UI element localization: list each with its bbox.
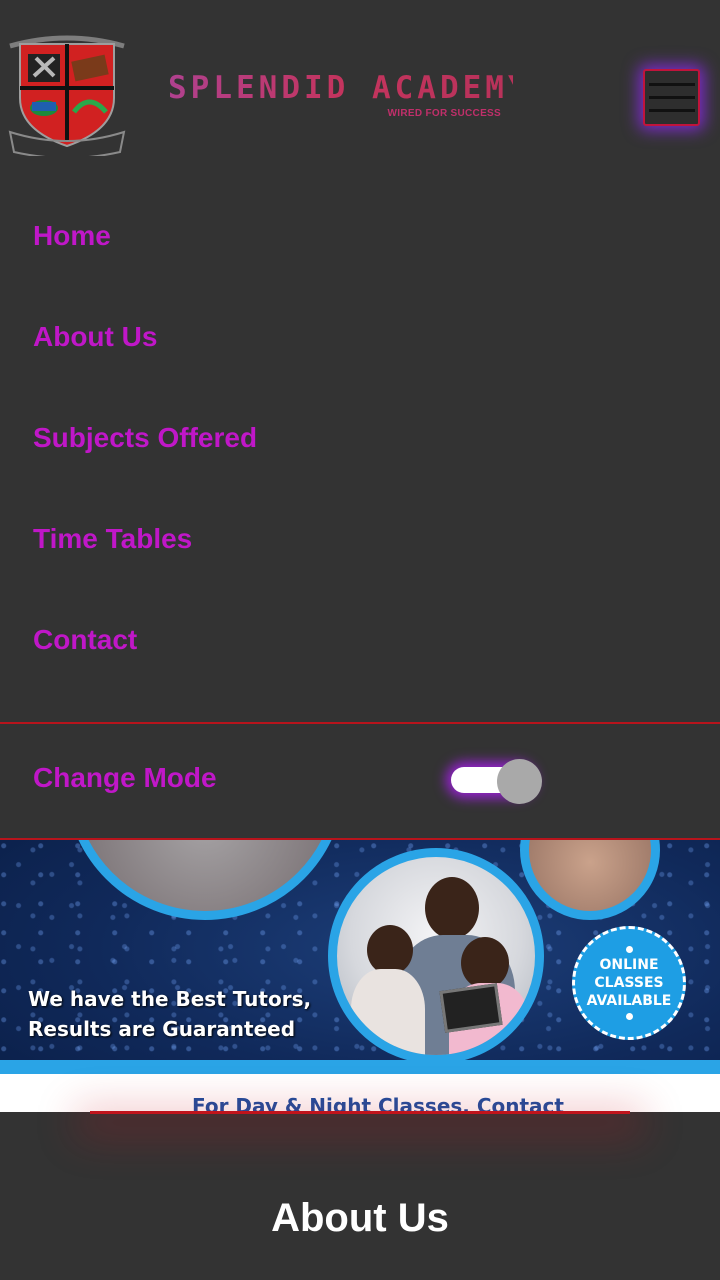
nav-item-home[interactable]: Home xyxy=(0,185,720,286)
hero-banner-image: ONLINE CLASSES AVAILABLE We have the Bes… xyxy=(0,840,720,1112)
badge-line-2: CLASSES xyxy=(594,975,664,991)
hamburger-icon-bar xyxy=(648,109,695,112)
nav-item-time-tables[interactable]: Time Tables xyxy=(0,488,720,589)
banner-figure-head xyxy=(461,937,509,989)
badge-line-1: ONLINE xyxy=(599,957,659,973)
banner-headline-line-1: We have the Best Tutors, xyxy=(28,987,312,1011)
school-crest-logo[interactable] xyxy=(4,28,130,159)
banner-headline: We have the Best Tutors, Results are Gua… xyxy=(28,984,358,1044)
banner-footer-text: For Day & Night Classes, Contact xyxy=(192,1094,564,1112)
page: SPLENDID ACADEMY WIRED FOR SUCCESS Home … xyxy=(0,0,720,1280)
nav-item-contact[interactable]: Contact xyxy=(0,589,720,690)
banner-footer-strip: For Day & Night Classes, Contact xyxy=(0,1074,720,1112)
change-mode-row: Change Mode xyxy=(0,722,720,840)
online-classes-badge: ONLINE CLASSES AVAILABLE xyxy=(572,926,686,1040)
main-nav-menu: Home About Us Subjects Offered Time Tabl… xyxy=(0,185,720,690)
menu-toggle-button[interactable] xyxy=(643,69,700,126)
brand-tagline: WIRED FOR SUCCESS xyxy=(387,108,501,119)
hamburger-icon-bar xyxy=(648,83,695,86)
banner-figure-head xyxy=(425,877,479,939)
badge-dot xyxy=(625,1013,633,1020)
banner-headline-line-2: Results are Guaranteed xyxy=(28,1017,296,1041)
mode-toggle-switch[interactable] xyxy=(451,759,542,804)
banner-tablet-device xyxy=(439,983,503,1033)
nav-item-about-us[interactable]: About Us xyxy=(0,286,720,387)
section-title-about-us: About Us xyxy=(271,1196,449,1240)
banner-photo-family xyxy=(328,848,544,1064)
banner-figure-head xyxy=(367,925,413,975)
site-header: SPLENDID ACADEMY WIRED FOR SUCCESS xyxy=(0,0,720,175)
banner-stripe xyxy=(0,1060,720,1074)
change-mode-label: Change Mode xyxy=(33,762,217,793)
toggle-knob[interactable] xyxy=(497,759,542,804)
brand-wordmark[interactable]: SPLENDID ACADEMY WIRED FOR SUCCESS xyxy=(168,70,531,126)
badge-dot xyxy=(625,946,633,953)
hamburger-icon-bar xyxy=(648,96,695,99)
badge-line-3: AVAILABLE xyxy=(586,993,672,1009)
banner-figure-body xyxy=(351,969,425,1055)
brand-name: SPLENDID ACADEMY xyxy=(168,70,531,106)
nav-item-subjects-offered[interactable]: Subjects Offered xyxy=(0,387,720,488)
section-divider xyxy=(90,1111,630,1114)
